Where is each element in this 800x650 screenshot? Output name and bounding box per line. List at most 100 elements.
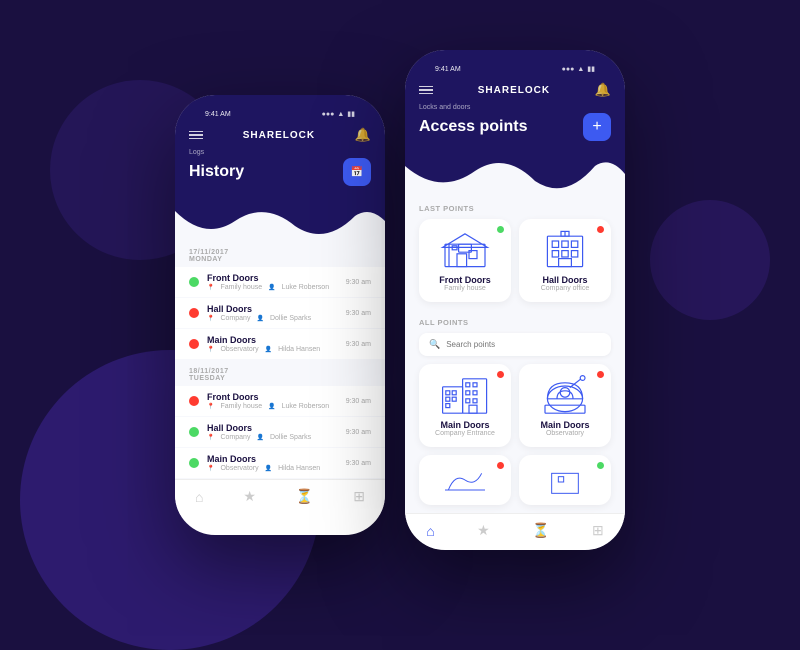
nav-settings-right[interactable]: ⊞ — [592, 522, 604, 539]
partial-icon-2 — [545, 465, 585, 495]
card-sub-main1: Company Entrance — [435, 430, 495, 437]
card-hall-doors[interactable]: Hall Doors Company office — [519, 219, 611, 302]
location-icon: 📍 — [207, 346, 214, 353]
page-title-left: History — [189, 163, 244, 181]
status-dot-red — [189, 396, 199, 406]
log-item: Main Doors 📍 Observatory 👤 Hilda Hansen … — [175, 329, 385, 359]
card-title-main2: Main Doors — [540, 420, 589, 430]
bg-circle-3 — [650, 200, 770, 320]
card-front-doors[interactable]: Front Doors Family house — [419, 219, 511, 302]
buildings-icon — [441, 374, 489, 414]
all-points-cards: Main Doors Company Entrance — [405, 364, 625, 455]
log-item: Front Doors 📍 Family house 👤 Luke Robers… — [175, 386, 385, 416]
nav-star-right[interactable]: ★ — [477, 522, 490, 539]
bottom-nav-right: ⌂ ★ ⏳ ⊞ — [405, 513, 625, 549]
log-time: 9:30 am — [346, 398, 371, 405]
log-time: 9:30 am — [346, 341, 371, 348]
card-status-red-2 — [497, 371, 504, 378]
log-time: 9:30 am — [346, 279, 371, 286]
more-points-cards — [405, 455, 625, 513]
phone-left: 9:41 AM ●●● ▲ ▮▮ SHARELOCK 🔔 Logs Histor… — [175, 95, 385, 535]
signal-icon: ●●● — [322, 111, 335, 118]
status-dot-green — [189, 427, 199, 437]
nav-history-right[interactable]: ⏳ — [532, 522, 549, 539]
log-item: Hall Doors 📍 Company 👤 Dollie Sparks 9:3… — [175, 298, 385, 328]
user-icon: 👤 — [256, 434, 263, 441]
observatory-icon — [541, 374, 589, 414]
last-points-label: LAST POINTS — [405, 196, 625, 219]
card-title-main1: Main Doors — [440, 420, 489, 430]
calendar-button[interactable]: 📅 — [343, 158, 371, 186]
card-partial-1[interactable] — [419, 455, 511, 505]
status-time-right: 9:41 AM — [435, 66, 461, 73]
location-icon: 📍 — [207, 434, 214, 441]
nav-history-left[interactable]: ⏳ — [296, 488, 313, 505]
status-dot-red — [189, 339, 199, 349]
phone-right: 9:41 AM ●●● ▲ ▮▮ SHARELOCK 🔔 Locks and d… — [405, 50, 625, 550]
add-button[interactable]: + — [583, 113, 611, 141]
last-points-cards: Front Doors Family house — [405, 219, 625, 310]
location-icon: 📍 — [207, 315, 214, 322]
log-time: 9:30 am — [346, 310, 371, 317]
user-icon: 👤 — [265, 346, 272, 353]
app-title-left: SHARELOCK — [243, 130, 315, 141]
log-time: 9:30 am — [346, 429, 371, 436]
status-dot-red — [189, 308, 199, 318]
log-item: Hall Doors 📍 Company 👤 Dollie Sparks 9:3… — [175, 417, 385, 447]
card-status-red-4 — [497, 462, 504, 469]
nav-settings-left[interactable]: ⊞ — [353, 488, 365, 505]
office-icon — [541, 229, 589, 269]
card-status-green-2 — [597, 462, 604, 469]
menu-icon-left[interactable] — [189, 131, 203, 140]
card-status-green — [497, 226, 504, 233]
partial-icon-1 — [445, 465, 485, 495]
log-item: Front Doors 📍 Family house 👤 Luke Robers… — [175, 267, 385, 297]
user-icon: 👤 — [265, 465, 272, 472]
wifi-icon-right: ▲ — [577, 66, 584, 73]
user-icon: 👤 — [256, 315, 263, 322]
bell-icon-left[interactable]: 🔔 — [355, 127, 371, 143]
card-status-red — [597, 226, 604, 233]
card-sub-front: Family house — [444, 285, 486, 292]
status-dot-green — [189, 458, 199, 468]
location-icon: 📍 — [207, 284, 214, 291]
page-title-right: Access points — [419, 118, 527, 136]
phones-container: 9:41 AM ●●● ▲ ▮▮ SHARELOCK 🔔 Logs Histor… — [175, 50, 625, 550]
menu-icon-right[interactable] — [419, 86, 433, 95]
phone-body-right: LAST POINTS Front Doors Family — [405, 196, 625, 513]
search-input[interactable] — [446, 340, 601, 349]
card-status-red-3 — [597, 371, 604, 378]
card-sub-main2: Observatory — [546, 430, 584, 437]
bottom-nav-left: ⌂ ★ ⏳ ⊞ — [175, 479, 385, 515]
search-bar: 🔍 — [419, 333, 611, 356]
card-partial-2[interactable] — [519, 455, 611, 505]
card-title-front: Front Doors — [439, 275, 491, 285]
breadcrumb-left: Logs — [189, 149, 371, 156]
card-sub-hall: Company office — [541, 285, 590, 292]
breadcrumb-right: Locks and doors — [419, 104, 611, 111]
all-points-label: ALL POINTS — [405, 310, 625, 333]
status-time-left: 9:41 AM — [205, 111, 231, 118]
nav-home-right[interactable]: ⌂ — [426, 523, 434, 539]
search-icon: 🔍 — [429, 339, 440, 350]
house-icon — [441, 229, 489, 269]
wave-left — [175, 191, 385, 241]
nav-home-left[interactable]: ⌂ — [195, 489, 203, 505]
log-item: Main Doors 📍 Observatory 👤 Hilda Hansen … — [175, 448, 385, 478]
section-date-1: 17/11/2017 MONDAY — [175, 241, 385, 267]
bell-icon-right[interactable]: 🔔 — [595, 82, 611, 98]
log-time: 9:30 am — [346, 460, 371, 467]
status-dot-green — [189, 277, 199, 287]
wave-right — [405, 146, 625, 196]
location-icon: 📍 — [207, 465, 214, 472]
nav-star-left[interactable]: ★ — [243, 488, 256, 505]
battery-icon-right: ▮▮ — [587, 65, 595, 73]
section-date-2: 18/11/2017 TUESDAY — [175, 360, 385, 386]
card-title-hall: Hall Doors — [542, 275, 587, 285]
phone-body-left: 17/11/2017 MONDAY Front Doors 📍 Family h… — [175, 241, 385, 479]
app-title-right: SHARELOCK — [478, 85, 550, 96]
wifi-icon: ▲ — [337, 111, 344, 118]
location-icon: 📍 — [207, 403, 214, 410]
card-main-doors-company[interactable]: Main Doors Company Entrance — [419, 364, 511, 447]
card-main-doors-observatory[interactable]: Main Doors Observatory — [519, 364, 611, 447]
